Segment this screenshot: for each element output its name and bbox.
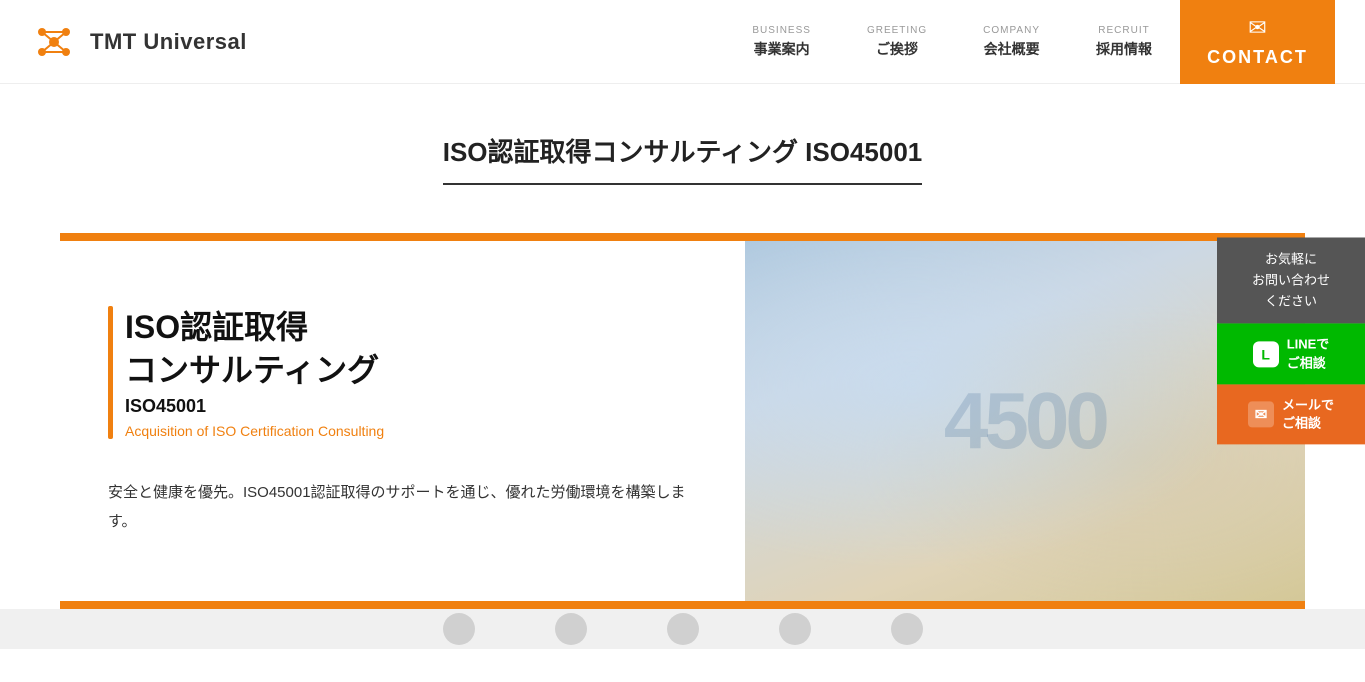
nav-label-en-greeting: GREETING (867, 25, 927, 36)
logo-icon (30, 18, 78, 66)
side-panel-header: お気軽にお問い合わせください (1217, 237, 1365, 323)
nav-label-ja-greeting: ご挨拶 (876, 39, 918, 59)
bottom-circle-5 (891, 613, 923, 645)
line-consult-button[interactable]: L LINEでご相談 (1217, 324, 1365, 384)
banner-left: ISO認証取得 コンサルティング ISO45001 Acquisition of… (60, 241, 745, 601)
banner-section: ISO認証取得 コンサルティング ISO45001 Acquisition of… (60, 233, 1305, 609)
page-title-section: ISO認証取得コンサルティング ISO45001 (0, 84, 1365, 209)
logo-text: TMT Universal (90, 29, 247, 55)
banner-bottom-bar (60, 601, 1305, 609)
banner-description: 安全と健康を優先。ISO45001認証取得のサポートを通じ、優れた労働環境を構築… (108, 479, 705, 536)
nav-label-ja-recruit: 採用情報 (1096, 39, 1152, 59)
blocks-decorative-text: 4500 (944, 375, 1106, 467)
mail-consult-button[interactable]: ✉ メールでご相談 (1217, 384, 1365, 444)
logo[interactable]: TMT Universal (30, 18, 247, 66)
banner-title-line2: コンサルティング (125, 352, 379, 388)
mail-btn-text: メールでご相談 (1282, 396, 1334, 432)
banner-title-text: ISO認証取得 コンサルティング ISO45001 Acquisition of… (125, 306, 384, 439)
nav-label-en-recruit: RECRUIT (1098, 25, 1149, 36)
banner-top-bar (60, 233, 1305, 241)
bottom-circle-4 (779, 613, 811, 645)
main-nav: BUSINESS 事業案内 GREETING ご挨拶 COMPANY 会社概要 … (724, 0, 1335, 84)
mail-icon: ✉ (1248, 401, 1274, 427)
line-icon: L (1253, 341, 1279, 367)
side-panel-header-text: お気軽にお問い合わせください (1252, 251, 1330, 308)
nav-item-business[interactable]: BUSINESS 事業案内 (724, 0, 839, 84)
nav-item-recruit[interactable]: RECRUIT 採用情報 (1068, 0, 1180, 84)
banner-content: ISO認証取得 コンサルティング ISO45001 Acquisition of… (60, 241, 1305, 601)
contact-label: CONTACT (1207, 47, 1308, 68)
nav-item-greeting[interactable]: GREETING ご挨拶 (839, 0, 955, 84)
nav-item-company[interactable]: COMPANY 会社概要 (955, 0, 1068, 84)
banner-heading: ISO認証取得 コンサルティング (125, 306, 384, 392)
banner-subtitle-en: Acquisition of ISO Certification Consult… (125, 423, 384, 439)
nav-label-ja-company: 会社概要 (984, 39, 1040, 59)
bottom-circle-3 (667, 613, 699, 645)
bottom-circle-2 (555, 613, 587, 645)
bottom-hint (0, 609, 1365, 649)
nav-label-en-business: BUSINESS (752, 25, 811, 36)
bottom-circle-1 (443, 613, 475, 645)
banner-title-block: ISO認証取得 コンサルティング ISO45001 Acquisition of… (108, 306, 705, 439)
contact-button[interactable]: ✉ CONTACT (1180, 0, 1335, 84)
line-btn-text: LINEでご相談 (1287, 336, 1330, 372)
banner-subtitle-iso: ISO45001 (125, 396, 384, 417)
envelope-icon: ✉ (1248, 15, 1266, 41)
side-panel: お気軽にお問い合わせください L LINEでご相談 ✉ メールでご相談 (1217, 237, 1365, 444)
banner-title-line1: ISO認証取得 (125, 309, 308, 345)
page-title: ISO認証取得コンサルティング ISO45001 (443, 132, 923, 185)
nav-label-ja-business: 事業案内 (754, 39, 810, 59)
header: TMT Universal BUSINESS 事業案内 GREETING ご挨拶… (0, 0, 1365, 84)
nav-label-en-company: COMPANY (983, 25, 1040, 36)
banner-orange-bar (108, 306, 113, 439)
